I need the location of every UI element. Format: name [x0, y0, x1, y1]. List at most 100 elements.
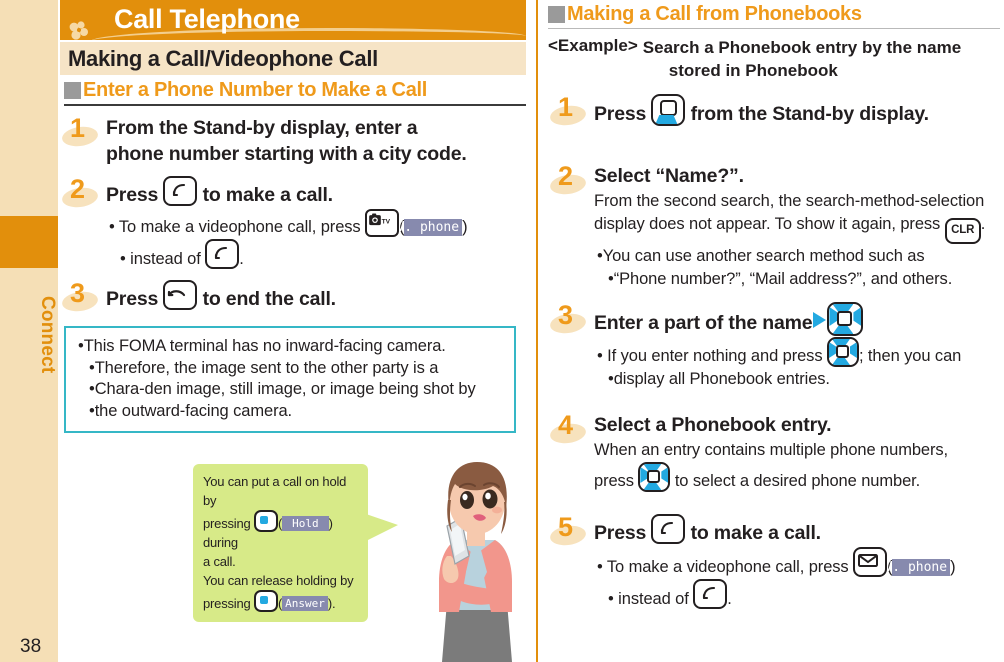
step-title-prefix: Press: [594, 103, 647, 125]
bullet-text-suffix: ; then you can: [858, 347, 962, 365]
camera-tv-key-icon: TV: [365, 209, 400, 237]
step-bullet: If you enter nothing and press ; then yo…: [594, 337, 1004, 367]
step-title: From the Stand-by display, enter a phone…: [106, 115, 532, 167]
end-call-key-icon: [163, 280, 198, 310]
step-1: 1 Press from the Stand-by display.: [548, 92, 1004, 130]
step-number-badge: 3: [60, 278, 102, 316]
step-3: 3 Press to end the call.: [60, 278, 532, 314]
section-bar: Making a Call/Videophone Call: [60, 42, 526, 75]
step-number: 4: [558, 410, 574, 440]
step-body-line-1: From the second search, the search-metho…: [594, 192, 985, 210]
subsection-rule: [64, 104, 526, 106]
section-title: Making a Call/Videophone Call: [68, 45, 378, 71]
balloon-line-1: You can put a call on hold by: [203, 474, 347, 508]
step-body-line-1: When an entry contains multiple phone nu…: [594, 441, 949, 459]
balloon-press-label-2: pressing: [203, 596, 251, 611]
step-2: 2 Press to make a call. To make a videop…: [60, 174, 532, 270]
step-2: 2 Select “Name?”. From the second search…: [548, 161, 1004, 290]
step-title-suffix: to end the call.: [202, 288, 337, 310]
four-way-navigation-key-icon: [826, 337, 859, 367]
sidebar-chapter-tab: [0, 216, 58, 268]
balloon-line-4: You can release holding by: [203, 573, 354, 588]
step-title-suffix: to make a call.: [690, 522, 822, 544]
softkey-badge-answer: Answer: [282, 596, 328, 611]
step-body-line-2: display does not appear. To show it agai…: [594, 213, 1004, 244]
bullet-text-prefix: If you enter nothing and press: [607, 347, 823, 365]
step-title-prefix: Enter a part of the name: [594, 312, 813, 334]
note-line-1: This FOMA terminal has no inward-facing …: [76, 336, 504, 358]
step-number-badge: 4: [548, 410, 590, 448]
step-number: 1: [70, 113, 86, 143]
page-number: 38: [20, 636, 42, 657]
step-number-badge: 2: [548, 161, 590, 199]
step-number-badge: 1: [548, 92, 590, 130]
center-select-key-icon: [253, 510, 278, 532]
bullet-text-suffix: instead of: [130, 250, 201, 268]
column-divider: [536, 0, 538, 662]
subsection-header: Making a Call from Phonebooks: [548, 3, 1004, 26]
example-text: Search a Phonebook entry by the name sto…: [643, 36, 961, 82]
step-title: Press from the Stand-by display.: [594, 94, 1004, 127]
softkey-badge: V. phone: [396, 219, 463, 236]
woman-on-phone-illustration: [439, 462, 512, 662]
subsection-title: Making a Call from Phonebooks: [567, 3, 862, 25]
note-line-2: Therefore, the image sent to the other p…: [76, 358, 504, 380]
subsection-title: Enter a Phone Number to Make a Call: [83, 79, 428, 101]
step-title: Press to make a call.: [594, 514, 1004, 546]
bullet-text-prefix: To make a videophone call, press: [606, 558, 849, 576]
step-4: 4 Select a Phonebook entry. When an entr…: [548, 410, 1004, 492]
send-call-key-icon: [693, 579, 728, 609]
four-way-navigation-key-icon: [827, 302, 864, 336]
bullet-period: .: [727, 590, 732, 608]
step-number: 2: [558, 161, 574, 191]
step-number: 2: [70, 174, 86, 204]
arrow-right-icon: [813, 312, 827, 328]
subsection-rule: [548, 28, 1000, 29]
step-title: Enter a part of the name: [594, 302, 1004, 336]
step-number: 3: [70, 278, 86, 308]
balloon-line-3: a call.: [203, 554, 236, 569]
four-way-navigation-key-icon: [638, 462, 671, 492]
step-bullet-continued: instead of .: [106, 239, 532, 270]
step-5: 5 Press to make a call. To make a videop…: [548, 512, 1004, 610]
right-column: Making a Call from Phonebooks <Example> …: [548, 0, 1004, 662]
step-bullet: To make a videophone call, press TV (V. …: [106, 209, 532, 238]
step-title-suffix: to make a call.: [202, 184, 334, 206]
clr-key-icon: CLR: [944, 218, 981, 244]
svg-text:TV: TV: [382, 219, 391, 226]
bullet-period: .: [239, 250, 244, 268]
sidebar: Connect: [0, 0, 58, 662]
step-number-badge: 3: [548, 300, 590, 338]
send-call-key-icon: [651, 514, 686, 544]
balloon-line5-suffix: ).: [327, 596, 336, 611]
send-call-key-icon: [163, 176, 198, 206]
balloon-line-5: pressing (Answer).: [203, 590, 358, 613]
chapter-title: Call Telephone: [114, 4, 300, 34]
step-number: 5: [558, 512, 574, 542]
example-line: <Example> Search a Phonebook entry by th…: [548, 36, 1004, 82]
step-bullet-continued: “Phone number?”, “Mail address?”, and ot…: [594, 268, 1004, 290]
step-bullet: To make a videophone call, press (V. pho…: [594, 547, 1004, 578]
step-body-prefix: display does not appear. To show it agai…: [594, 215, 941, 233]
step-title-prefix: Press: [594, 522, 647, 544]
step-body-prefix: press: [594, 472, 634, 490]
step-number-badge: 2: [60, 174, 102, 212]
step-title: Select a Phonebook entry.: [594, 414, 832, 436]
step-bullet-continued: display all Phonebook entries.: [594, 368, 1004, 390]
step-3: 3 Enter a part of the name If you enter …: [548, 300, 1004, 390]
square-bullet-icon: [64, 82, 81, 99]
step-title: Press to make a call.: [106, 176, 532, 208]
step-1: 1 From the Stand-by display, enter a pho…: [60, 113, 532, 167]
note-box: This FOMA terminal has no inward-facing …: [64, 326, 516, 433]
step-number-badge: 5: [548, 512, 590, 550]
subsection-header: Enter a Phone Number to Make a Call: [60, 79, 532, 102]
balloon-line-2: pressing (Hold) during: [203, 510, 358, 552]
note-line-4: the outward-facing camera.: [76, 401, 504, 423]
paren-close: ): [462, 218, 468, 236]
step-title-prefix: Press: [106, 288, 159, 310]
softkey-badge: V. phone: [884, 559, 951, 576]
square-bullet-icon: [548, 6, 565, 23]
chapter-header: Call Telephone: [60, 0, 526, 40]
down-navigation-key-icon: [651, 94, 686, 126]
center-select-key-icon: [253, 590, 278, 612]
